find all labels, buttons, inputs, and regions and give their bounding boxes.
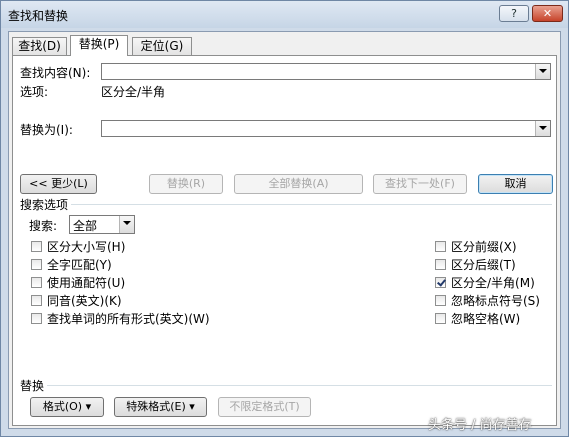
tab-find[interactable]: 查找(D): [12, 37, 67, 55]
search-direction-select[interactable]: 全部: [69, 215, 135, 234]
no-formatting-button[interactable]: 不限定格式(T): [218, 397, 311, 417]
close-icon: ✕: [542, 7, 553, 20]
replace-all-button[interactable]: 全部替换(A): [234, 174, 363, 194]
checkbox-box[interactable]: [31, 259, 42, 270]
checkbox-box[interactable]: [435, 313, 446, 324]
checkbox-box[interactable]: [31, 313, 42, 324]
watermark: 头条号 / 尚存善存: [428, 418, 532, 433]
replace-with-label: 替换为(I):: [20, 123, 73, 137]
checkbox-box[interactable]: [31, 277, 42, 288]
search-direction-value: 全部: [73, 219, 98, 233]
help-icon: ?: [511, 7, 517, 20]
tab-replace[interactable]: 替换(P): [70, 35, 128, 56]
find-next-button[interactable]: 查找下一处(F): [373, 174, 467, 194]
search-direction-label: 搜索:: [29, 219, 58, 233]
window-title: 查找和替换: [8, 9, 69, 23]
format-button[interactable]: 格式(O) ▾: [30, 397, 104, 417]
checkbox-box-checked[interactable]: [435, 277, 446, 288]
search-options-label: 搜索选项: [20, 198, 69, 212]
find-what-label: 查找内容(N):: [20, 66, 91, 80]
options-value: 区分全/半角: [101, 85, 166, 99]
help-button[interactable]: ?: [499, 5, 529, 22]
replace-with-input[interactable]: [101, 120, 551, 137]
less-button[interactable]: << 更少(L): [20, 174, 97, 194]
chevron-down-icon[interactable]: [535, 64, 550, 79]
checkbox-box[interactable]: [435, 241, 446, 252]
checkbox-box[interactable]: [31, 241, 42, 252]
special-format-button[interactable]: 特殊格式(E) ▾: [114, 397, 207, 417]
chevron-down-icon[interactable]: [535, 121, 550, 136]
cancel-button[interactable]: 取消: [478, 174, 553, 194]
find-what-input[interactable]: [101, 63, 551, 80]
checkbox-box[interactable]: [435, 295, 446, 306]
checkbox-box[interactable]: [435, 259, 446, 270]
replace-panel: 查找内容(N): 选项: 区分全/半角 替换为(I): << 更少(L) 替换(…: [12, 55, 557, 426]
divider: [47, 385, 552, 386]
title-bar[interactable]: 查找和替换 ? ✕: [1, 1, 568, 28]
tab-goto[interactable]: 定位(G): [132, 37, 192, 55]
dialog-body: 查找(D) 替换(P) 定位(G) 查找内容(N): 选项: 区分全/半角 替换…: [8, 31, 561, 429]
options-label: 选项:: [20, 85, 49, 99]
replace-button[interactable]: 替换(R): [149, 174, 223, 194]
replace-section-label: 替换: [20, 379, 45, 393]
close-button[interactable]: ✕: [532, 5, 563, 22]
checkbox-box[interactable]: [31, 295, 42, 306]
chevron-down-icon[interactable]: [119, 216, 134, 233]
divider: [71, 204, 552, 205]
find-replace-dialog: 查找和替换 ? ✕ 查找(D) 替换(P) 定位(G) 查找内容(N): 选项:…: [0, 0, 569, 437]
